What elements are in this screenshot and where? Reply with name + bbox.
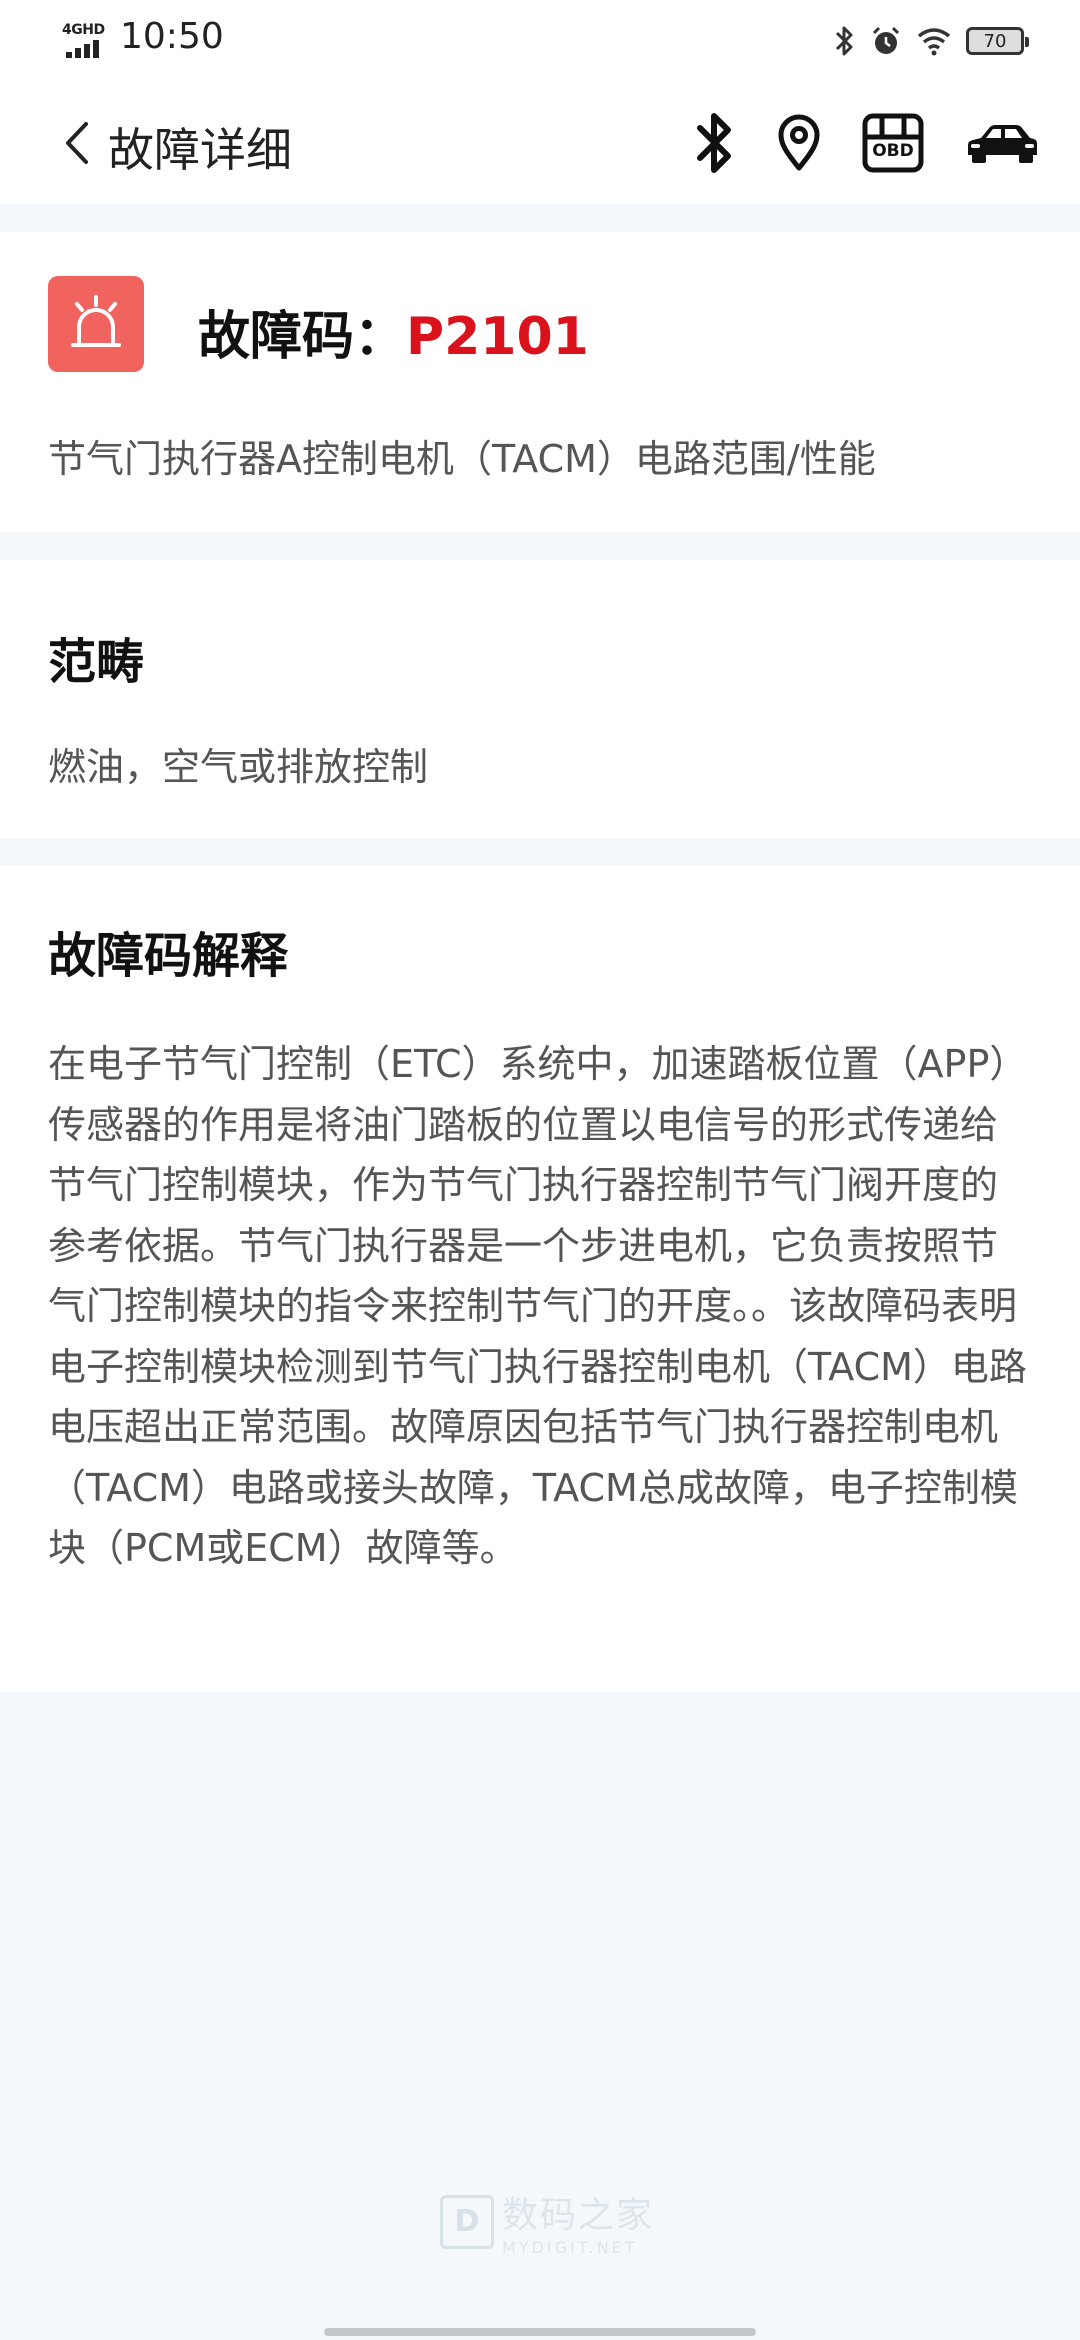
bluetooth-status-icon — [835, 26, 853, 56]
page-title: 故障详细 — [108, 123, 292, 177]
fault-code-heading: 故障码：P2101 — [198, 294, 589, 369]
wifi-icon — [917, 28, 951, 56]
signal-icon: 4GHD — [62, 22, 110, 58]
app-header: 故障详细 OBD — [0, 80, 1080, 204]
alarm-icon — [872, 26, 900, 54]
location-icon[interactable] — [776, 114, 822, 172]
home-indicator[interactable] — [324, 2328, 756, 2336]
obd-icon[interactable]: OBD — [862, 113, 924, 173]
category-card: 范畴 燃油，空气或排放控制 — [0, 560, 1080, 838]
obd-label: OBD — [872, 141, 914, 161]
fault-description: 节气门执行器A控制电机（TACM）电路范围/性能 — [48, 437, 876, 481]
bluetooth-icon[interactable] — [692, 112, 736, 174]
status-bar: 4GHD 10:50 70 — [0, 0, 1080, 80]
watermark-sub: MYDIGIT.NET — [502, 2238, 638, 2257]
category-title: 范畴 — [48, 634, 145, 690]
fault-code-label: 故障码： — [198, 307, 407, 367]
explanation-title: 故障码解释 — [48, 928, 289, 984]
back-button[interactable] — [58, 118, 98, 168]
explanation-text: 在电子节气门控制（ETC）系统中，加速踏板位置（APP）传感器的作用是将油门踏板… — [48, 1042, 1028, 1570]
watermark: D 数码之家 MYDIGIT.NET — [440, 2186, 654, 2257]
fault-code-card: 故障码：P2101 节气门执行器A控制电机（TACM）电路范围/性能 — [0, 232, 1080, 532]
network-type: 4GHD — [62, 22, 105, 38]
status-time: 10:50 — [120, 16, 224, 57]
car-icon[interactable] — [964, 121, 1040, 165]
explanation-card: 故障码解释 在电子节气门控制（ETC）系统中，加速踏板位置（APP）传感器的作用… — [0, 866, 1080, 1692]
alarm-light-icon — [48, 276, 144, 372]
battery-indicator: 70 — [966, 27, 1029, 55]
category-text: 燃油，空气或排放控制 — [48, 745, 429, 789]
watermark-name: 数码之家 — [502, 2195, 655, 2236]
watermark-logo-icon: D — [440, 2194, 494, 2249]
fault-code-value: P2101 — [406, 307, 589, 367]
